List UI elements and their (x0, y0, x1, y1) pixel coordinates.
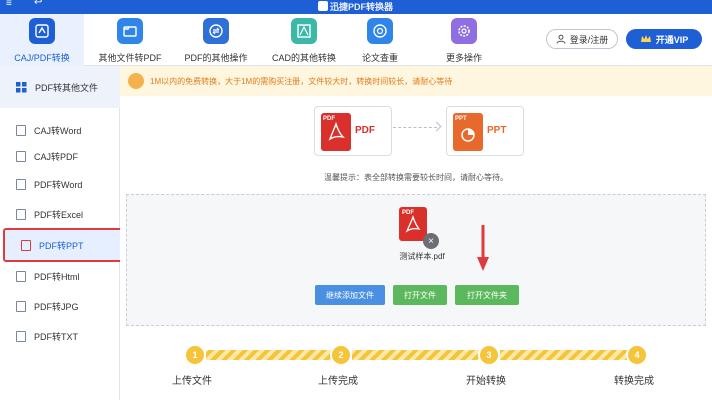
txt-file-icon (16, 330, 26, 342)
source-format-card: PDF PDF (314, 106, 392, 156)
sidebar-item-label: PDF转TXT (34, 331, 78, 342)
step-label: 上传完成 (318, 376, 358, 387)
gear-icon (451, 18, 477, 44)
sidebar-item-label: PDF转Html (34, 271, 80, 282)
sidebar-item-pdf-to-txt[interactable]: PDF转TXT (0, 322, 120, 350)
conversion-arrow-line (393, 127, 437, 128)
grid-icon (16, 81, 27, 92)
tab-label: 更多操作 (445, 53, 482, 63)
file-thumbnail: PDF × (399, 207, 439, 249)
mascot-icon (128, 73, 144, 89)
cad-icon (291, 18, 317, 44)
sidebar-item-caj-to-word[interactable]: CAJ转Word (0, 116, 120, 144)
app-title: 迅捷PDF转换器 (330, 2, 394, 12)
tab-label: CAD的其他转换 (271, 53, 336, 63)
arrow-down-icon (477, 225, 489, 271)
back-icon[interactable]: ↩ (34, 0, 42, 8)
step-number: 2 (330, 344, 352, 366)
crown-icon (640, 35, 651, 42)
file-name: 测试样本.pdf (399, 252, 445, 261)
step-number: 1 (184, 344, 206, 366)
tab-label: 其他文件转PDF (98, 53, 162, 63)
excel-file-icon (16, 208, 26, 220)
file-drop-zone[interactable]: PDF × 测试样本.pdf 继续添加文件 打开文件 打开文件夹 (126, 194, 706, 326)
notice-bar: 1M以内的免费转换，大于1M的需购买注册，文件较大时，转换时间较长，请耐心等待 (120, 66, 712, 96)
folder-icon (117, 18, 143, 44)
tab-more-ops[interactable]: 更多操作 (434, 14, 494, 66)
tab-other-to-pdf[interactable]: 其他文件转PDF (88, 14, 172, 66)
tip-text: 温馨提示：表全部转换需要较长时间，请耐心等待。 (324, 173, 508, 182)
title-bar: ≡ ↩ 迅捷PDF转换器 (0, 0, 712, 14)
sidebar-item-caj-to-pdf[interactable]: CAJ转PDF (0, 142, 120, 170)
swap-icon (203, 18, 229, 44)
sidebar-item-pdf-to-ppt[interactable]: PDF转PPT (3, 228, 125, 262)
sidebar-item-pdf-to-word[interactable]: PDF转Word (0, 170, 120, 198)
sidebar-item-label: PDF转Excel (34, 209, 84, 220)
tab-pdf-other-ops[interactable]: PDF的其他操作 (174, 14, 258, 66)
sidebar-item-label: PDF转PPT (39, 240, 84, 251)
continue-add-files-button[interactable]: 继续添加文件 (315, 285, 385, 305)
image-file-icon (16, 300, 26, 312)
arrow-right-icon (431, 121, 442, 132)
convert-icon (29, 18, 55, 44)
login-register-button[interactable]: 登录/注册 (546, 29, 618, 49)
source-tag: PDF (323, 116, 335, 122)
remove-file-icon[interactable]: × (423, 233, 439, 249)
check-icon (367, 18, 393, 44)
ppt-file-icon (21, 239, 31, 251)
open-vip-button[interactable]: 开通VIP (626, 29, 702, 49)
open-folder-button[interactable]: 打开文件夹 (455, 285, 519, 305)
step-label: 转换完成 (614, 376, 654, 387)
progress-steps: 1 2 3 4 上传文件 上传完成 开始转换 转换完成 (120, 336, 712, 400)
step-label: 开始转换 (466, 376, 506, 387)
target-format-card: PPT PPT (446, 106, 524, 156)
sidebar: PDF转其他文件 CAJ转Word CAJ转PDF PDF转Word PDF转E… (0, 66, 125, 400)
tab-label: CAJ/PDF转换 (14, 53, 70, 63)
sidebar-item-pdf-to-jpg[interactable]: PDF转JPG (0, 292, 120, 320)
sidebar-item-pdf-to-excel[interactable]: PDF转Excel (0, 200, 120, 228)
tab-paper-check[interactable]: 论文查重 (350, 14, 410, 66)
step-number: 4 (626, 344, 648, 366)
menu-icon[interactable]: ≡ (6, 0, 12, 9)
step-label: 上传文件 (172, 376, 212, 387)
open-file-button[interactable]: 打开文件 (393, 285, 447, 305)
main-toolbar: CAJ/PDF转换 其他文件转PDF PDF的其他操作 CAD的其他转换 论文查… (0, 14, 712, 66)
sidebar-item-label: PDF转Word (34, 179, 83, 190)
sidebar-item-label: CAJ转PDF (34, 151, 79, 162)
source-label: PDF (355, 125, 375, 136)
tab-cad-convert[interactable]: CAD的其他转换 (262, 14, 346, 66)
main-panel: PDF PDF PPT PPT 温馨提示：表全部转换需要较长时间，请耐心等待。 … (120, 96, 712, 400)
sidebar-header[interactable]: PDF转其他文件 (0, 66, 120, 108)
sidebar-item-label: PDF转JPG (34, 301, 79, 312)
tab-label: 论文查重 (361, 53, 398, 63)
target-tag: PPT (455, 116, 467, 122)
sidebar-header-label: PDF转其他文件 (35, 82, 99, 93)
app-logo-icon (318, 1, 328, 11)
step-connector (500, 350, 630, 360)
tab-caj-pdf-convert[interactable]: CAJ/PDF转换 (0, 14, 84, 66)
vip-label: 开通VIP (655, 34, 689, 45)
step-connector (352, 350, 488, 360)
step-number: 3 (478, 344, 500, 366)
file-tag: PDF (402, 210, 414, 216)
pdf-file-icon (16, 150, 26, 162)
notice-text: 1M以内的免费转换，大于1M的需购买注册，文件较大时，转换时间较长，请耐心等待 (150, 76, 453, 86)
user-icon (556, 34, 566, 44)
tab-label: PDF的其他操作 (184, 53, 248, 63)
sidebar-item-pdf-to-html[interactable]: PDF转Html (0, 262, 120, 290)
login-label: 登录/注册 (569, 34, 609, 45)
step-connector (206, 350, 340, 360)
target-label: PPT (487, 125, 507, 136)
word-file-icon (16, 178, 26, 190)
html-file-icon (16, 270, 26, 282)
sidebar-item-label: CAJ转Word (34, 125, 82, 136)
word-file-icon (16, 124, 26, 136)
